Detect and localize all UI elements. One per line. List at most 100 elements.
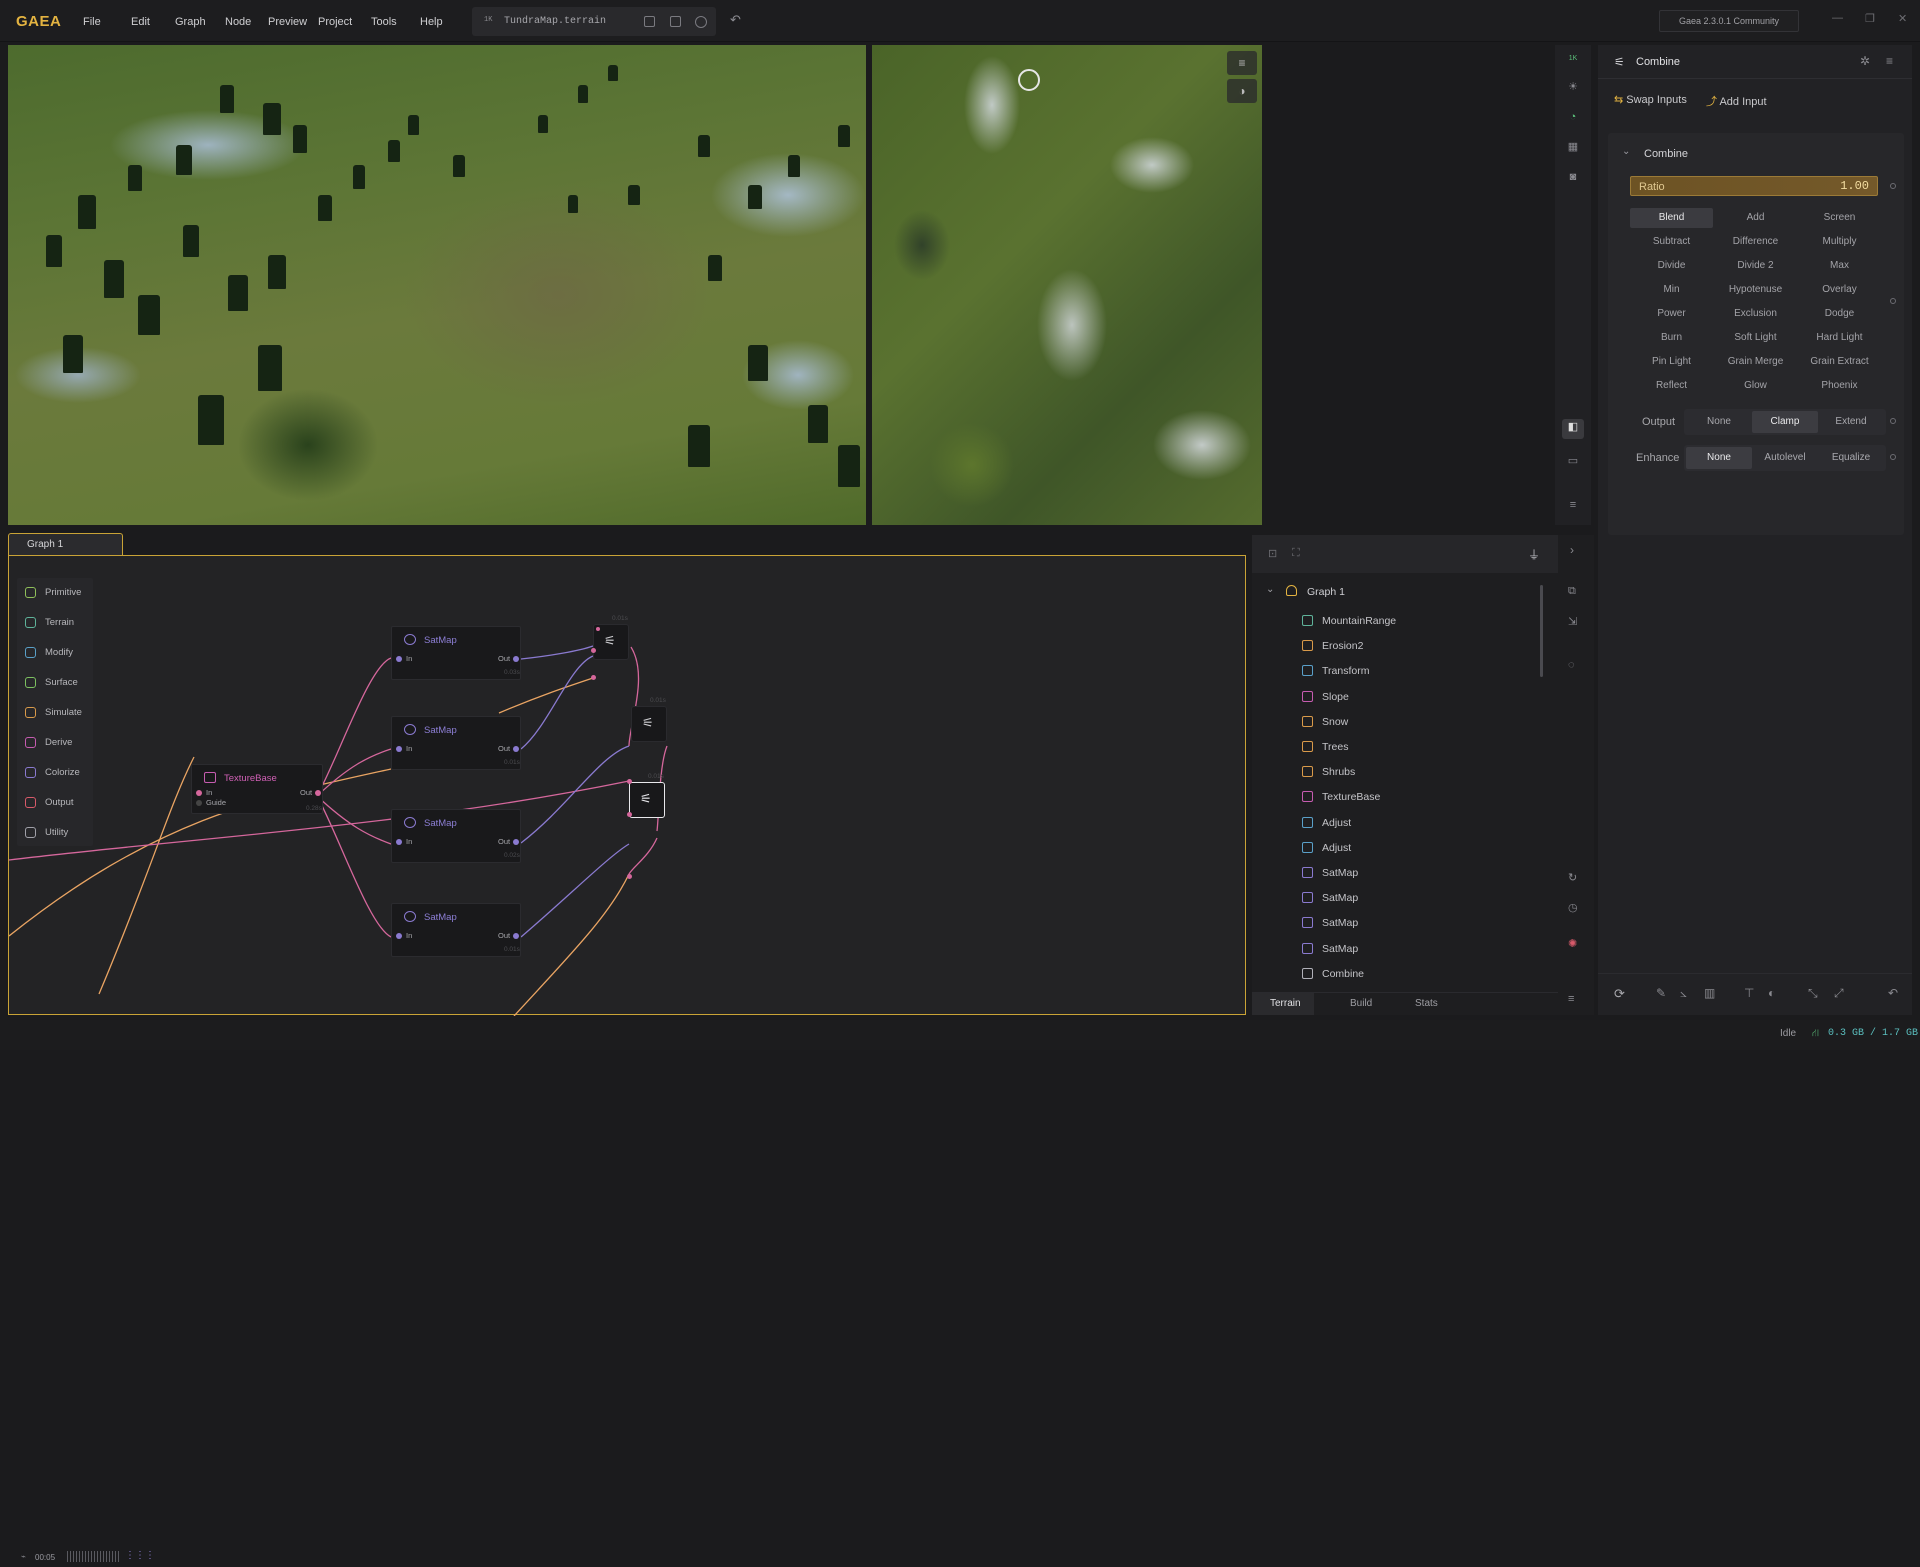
copy-icon[interactable]: ⧉ [1568, 585, 1576, 598]
enhance-none[interactable]: None [1686, 447, 1752, 469]
port-in[interactable] [196, 790, 202, 796]
tab-stats[interactable]: Stats [1415, 998, 1438, 1009]
blend-mode-overlay[interactable]: Overlay [1798, 280, 1881, 300]
palette-derive[interactable]: Derive [25, 734, 95, 752]
focus-icon[interactable]: ⛶ [1292, 547, 1300, 560]
port-out[interactable] [513, 746, 519, 752]
port-in[interactable] [396, 933, 402, 939]
half-circle-icon[interactable]: ◐ [1768, 986, 1775, 1000]
enhance-keyframe-icon[interactable] [1890, 454, 1896, 460]
palette-utility[interactable]: Utility [25, 824, 95, 842]
expand-chevron-icon[interactable]: ⌄ [1266, 584, 1274, 595]
menu-graph[interactable]: Graph [175, 16, 206, 28]
menu-icon[interactable]: ≡ [1568, 993, 1574, 1005]
blend-mode-min[interactable]: Min [1630, 280, 1713, 300]
node-name[interactable]: Combine [1636, 56, 1680, 68]
save-copy-icon[interactable] [670, 16, 681, 27]
menu-file[interactable]: File [83, 16, 101, 28]
graph-canvas[interactable]: Primitive Terrain Modify Surface Simulate Der… [8, 555, 1246, 1562]
node-satmap[interactable]: SatMap In Out 0.03s [391, 626, 521, 680]
node-satmap[interactable]: SatMap In Out 0.02s [391, 809, 521, 863]
menu-preview[interactable]: Preview [268, 16, 307, 28]
port-out[interactable] [513, 656, 519, 662]
ratio-value[interactable]: 1.00 [1840, 179, 1869, 193]
menu-project[interactable]: Project [318, 16, 352, 28]
output-extend[interactable]: Extend [1818, 411, 1884, 433]
blend-keyframe-icon[interactable] [1890, 298, 1896, 304]
edit-icon[interactable]: ✎ [1656, 986, 1666, 1000]
node-combine-selected[interactable]: ⚟ 0.01s [629, 773, 665, 818]
viewport-3d[interactable] [8, 45, 866, 525]
blend-mode-burn[interactable]: Burn [1630, 328, 1713, 348]
grid-icon[interactable]: ▦ [1565, 139, 1581, 155]
blend-mode-pin-light[interactable]: Pin Light [1630, 352, 1713, 372]
palette-terrain[interactable]: Terrain [25, 614, 95, 632]
droplet-icon[interactable]: ◌ [1568, 659, 1575, 671]
port-out[interactable] [513, 933, 519, 939]
port-in[interactable] [396, 746, 402, 752]
menu-help[interactable]: Help [420, 16, 443, 28]
tab-build[interactable]: Build [1350, 998, 1372, 1009]
menu-edit[interactable]: Edit [131, 16, 150, 28]
node-satmap[interactable]: SatMap In Out 0.01s [391, 903, 521, 957]
node-combine-2[interactable]: ⚟ 0.01s [631, 697, 667, 742]
filter-icon[interactable]: ⏚ [1528, 546, 1540, 563]
scrollbar[interactable] [1540, 585, 1543, 677]
minimize-icon[interactable]: — [1832, 12, 1843, 24]
port-out[interactable] [513, 839, 519, 845]
port-guide[interactable] [196, 800, 202, 806]
timer-icon[interactable]: ◷ [1568, 901, 1578, 914]
list-icon[interactable]: ≡ [1227, 51, 1257, 75]
swap-inputs-button[interactable]: ⇆ Swap Inputs [1614, 93, 1687, 106]
node-satmap[interactable]: SatMap In Out 0.01s [391, 716, 521, 770]
camera-icon[interactable]: ◙ [1565, 169, 1581, 185]
blend-mode-divide[interactable]: Divide [1630, 256, 1713, 276]
expand-icon[interactable]: ⤢ [1834, 986, 1844, 1001]
close-icon[interactable]: ✕ [1898, 12, 1907, 25]
ratio-slider[interactable]: Ratio 1.00 [1630, 176, 1878, 196]
layout-icon[interactable]: ▭ [1565, 453, 1581, 469]
node-texturebase[interactable]: TextureBase In Guide Out 0.28s [191, 764, 323, 814]
blend-mode-dodge[interactable]: Dodge [1798, 304, 1881, 324]
history-icon[interactable] [695, 16, 707, 28]
blend-mode-hypotenuse[interactable]: Hypotenuse [1714, 280, 1797, 300]
grid-dots-icon[interactable]: ⋮⋮⋮ [125, 1550, 155, 1561]
blend-mode-exclusion[interactable]: Exclusion [1714, 304, 1797, 324]
blend-mode-power[interactable]: Power [1630, 304, 1713, 324]
expand-right-icon[interactable]: › [1570, 543, 1574, 557]
bug-icon[interactable]: ✺ [1568, 937, 1577, 950]
pin-icon[interactable]: ⊤ [1744, 986, 1754, 1000]
menu-icon[interactable]: ≡ [1565, 497, 1581, 513]
blend-mode-grain-merge[interactable]: Grain Merge [1714, 352, 1797, 372]
enhance-autolevel[interactable]: Autolevel [1752, 447, 1818, 469]
tab-graph-1[interactable]: Graph 1 [8, 533, 123, 555]
palette-simulate[interactable]: Simulate [25, 704, 95, 722]
blend-mode-screen[interactable]: Screen [1798, 208, 1881, 228]
restore-icon[interactable]: ❐ [1865, 12, 1875, 25]
menu-tools[interactable]: Tools [371, 16, 397, 28]
viewport-2d[interactable]: ≡ ◑ [872, 45, 1262, 525]
palette-output[interactable]: Output [25, 794, 95, 812]
blend-mode-multiply[interactable]: Multiply [1798, 232, 1881, 252]
blend-mode-reflect[interactable]: Reflect [1630, 376, 1713, 396]
export-icon[interactable]: ⇲ [1568, 615, 1577, 628]
blend-mode-divide-2[interactable]: Divide 2 [1714, 256, 1797, 276]
blend-mode-soft-light[interactable]: Soft Light [1714, 328, 1797, 348]
blend-mode-blend[interactable]: Blend [1630, 208, 1713, 228]
split-view-icon[interactable]: ◧ [1562, 419, 1584, 439]
blend-mode-hard-light[interactable]: Hard Light [1798, 328, 1881, 348]
blend-mode-max[interactable]: Max [1798, 256, 1881, 276]
contrast-icon[interactable]: ◑ [1227, 79, 1257, 103]
menu-node[interactable]: Node [225, 16, 251, 28]
tab-terrain[interactable]: Terrain [1270, 998, 1301, 1009]
rotate-icon[interactable]: ↻ [1568, 871, 1577, 884]
hierarchy-root[interactable]: Graph 1 [1307, 586, 1345, 598]
measure-icon[interactable]: ⦣ [1680, 986, 1687, 1001]
more-icon[interactable]: ≡ [1886, 54, 1893, 68]
port-out[interactable] [315, 790, 321, 796]
output-none[interactable]: None [1686, 411, 1752, 433]
shrink-icon[interactable]: ⤡ [1808, 986, 1818, 1001]
blend-mode-glow[interactable]: Glow [1714, 376, 1797, 396]
palette-primitive[interactable]: Primitive [25, 584, 95, 602]
undo-icon[interactable]: ↶ [730, 12, 741, 28]
